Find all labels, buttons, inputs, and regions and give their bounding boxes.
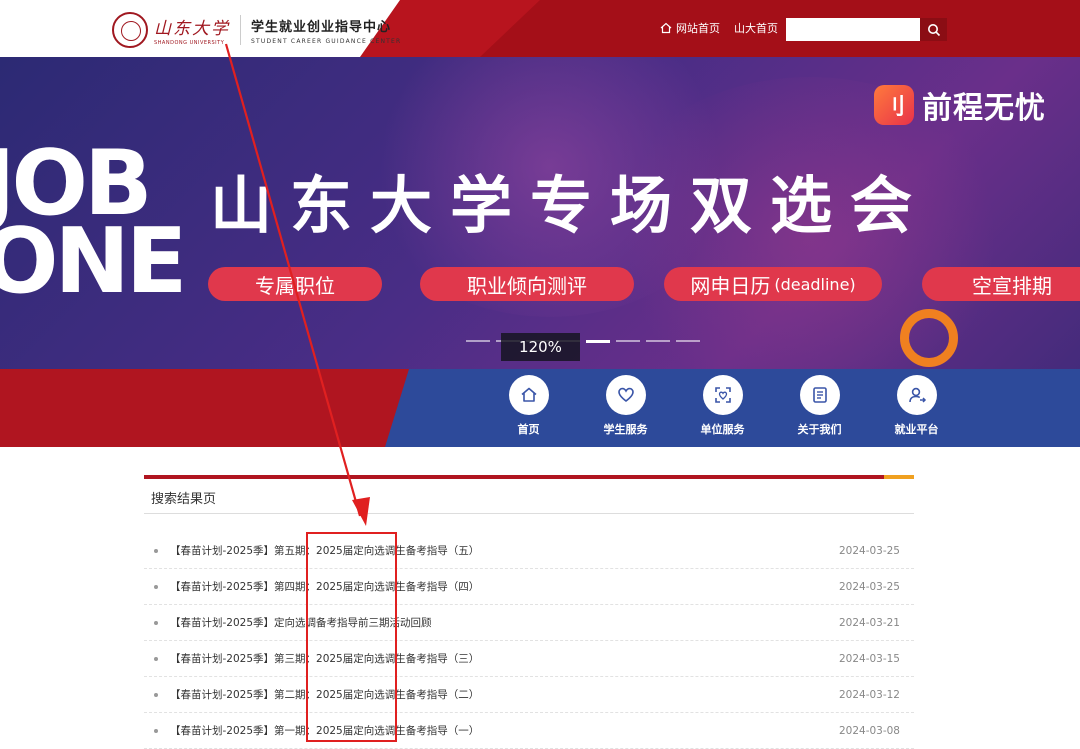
nav-site-home[interactable]: 网站首页 [676, 20, 720, 36]
orange-ring-decoration [900, 309, 958, 367]
result-date: 2024-03-25 [838, 544, 900, 557]
university-seal-icon [112, 12, 148, 48]
list-item[interactable]: 【春苗计划-2025季】第四期：2025届定向选调生备考指导（四） 2024-0… [144, 569, 914, 605]
carousel-dot-active[interactable] [586, 340, 610, 343]
bullet-icon [154, 728, 158, 733]
result-date: 2024-03-12 [838, 688, 900, 701]
heart-icon [617, 387, 634, 403]
search-input[interactable] [786, 18, 920, 41]
home-icon [520, 387, 537, 402]
section-top-bar [144, 475, 914, 479]
pill-label: 网申日历 [690, 273, 771, 298]
search-icon [927, 23, 940, 36]
nav-university-home[interactable]: 山大首页 [734, 20, 778, 36]
banner-pills: 专属职位 职业倾向测评 网申日历 (deadline) 空宣排期 [0, 267, 1080, 303]
annotation-highlight-box [306, 532, 397, 742]
pill-label: 职业倾向测评 [467, 273, 587, 298]
bullet-icon [154, 656, 158, 661]
menu-label: 关于我们 [797, 423, 842, 436]
section-divider [144, 513, 914, 514]
pill-label: 空宣排期 [972, 273, 1052, 298]
carousel-dot[interactable] [646, 340, 670, 342]
pill-application-calendar[interactable]: 网申日历 (deadline) [664, 267, 882, 301]
center-name-en: STUDENT CAREER GUIDANCE CENTER [251, 37, 402, 45]
pill-exclusive-jobs[interactable]: 专属职位 [208, 267, 382, 301]
menu-label: 单位服务 [700, 423, 745, 436]
carousel-dot[interactable] [466, 340, 490, 342]
brand-logo-icon: 刂 [874, 85, 914, 125]
top-nav: 网站首页 山大首页 [660, 20, 792, 36]
main-menu: 首页 学生服务 单位服务 关于我们 就业平台 [480, 375, 965, 437]
menu-icon-circle [799, 375, 840, 415]
brand-51job: 刂 前程无忧 [874, 83, 1046, 127]
menu-label: 首页 [517, 423, 540, 436]
site-header: 山东大学 SHANDONG UNIVERSITY 学生就业创业指导中心 STUD… [0, 0, 1080, 57]
menu-icon-circle [605, 375, 646, 415]
list-item[interactable]: 【春苗计划-2025季】第三期：2025届定向选调生备考指导（三） 2024-0… [144, 641, 914, 677]
bullet-icon [154, 620, 158, 625]
carousel-dot[interactable] [676, 340, 700, 342]
university-name-cn: 山东大学 [154, 19, 230, 39]
result-date: 2024-03-21 [838, 616, 900, 629]
search-button[interactable] [920, 18, 947, 41]
result-date: 2024-03-25 [838, 580, 900, 593]
university-name-en: SHANDONG UNIVERSITY [154, 40, 225, 46]
menu-icon-circle [508, 375, 549, 415]
center-name-cn: 学生就业创业指导中心 [251, 19, 392, 35]
user-add-icon [908, 387, 926, 403]
section-top-bar-accent [884, 475, 914, 479]
pill-label: 专属职位 [255, 273, 335, 298]
pill-suffix: (deadline) [774, 274, 856, 294]
results-list: 【春苗计划-2025季】第五期：2025届定向选调生备考指导（五） 2024-0… [144, 533, 914, 749]
document-icon [812, 387, 827, 403]
menu-item-student-services[interactable]: 学生服务 [577, 375, 674, 437]
brand-name: 前程无忧 [922, 91, 1046, 126]
menu-item-employer-services[interactable]: 单位服务 [674, 375, 771, 437]
result-date: 2024-03-15 [838, 652, 900, 665]
list-item[interactable]: 【春苗计划-2025季】第二期：2025届定向选调生备考指导（二） 2024-0… [144, 677, 914, 713]
scan-heart-icon [714, 387, 731, 403]
list-item[interactable]: 【春苗计划-2025季】定向选调备考指导前三期活动回顾 2024-03-21 [144, 605, 914, 641]
home-icon [660, 22, 672, 34]
list-item[interactable]: 【春苗计划-2025季】第一期：2025届定向选调生备考指导（一） 2024-0… [144, 713, 914, 749]
logo-divider [240, 15, 241, 45]
pill-presentation-schedule[interactable]: 空宣排期 [922, 267, 1080, 301]
menu-item-about-us[interactable]: 关于我们 [771, 375, 868, 437]
section-title: 搜索结果页 [151, 492, 217, 507]
pill-career-test[interactable]: 职业倾向测评 [420, 267, 634, 301]
menu-item-home[interactable]: 首页 [480, 375, 577, 437]
bullet-icon [154, 584, 158, 589]
list-item[interactable]: 【春苗计划-2025季】第五期：2025届定向选调生备考指导（五） 2024-0… [144, 533, 914, 569]
site-logo[interactable]: 山东大学 SHANDONG UNIVERSITY 学生就业创业指导中心 STUD… [112, 12, 401, 48]
menu-item-employment-platform[interactable]: 就业平台 [868, 375, 965, 437]
menu-icon-circle [702, 375, 743, 415]
carousel-dot[interactable] [616, 340, 640, 342]
menu-label: 就业平台 [894, 423, 939, 436]
banner-headline: 山东大学专场双选会 [210, 169, 931, 242]
bullet-icon [154, 548, 158, 553]
hero-banner[interactable]: JOB ONE 刂 前程无忧 山东大学专场双选会 专属职位 职业倾向测评 网申日… [0, 57, 1080, 447]
menu-icon-circle [896, 375, 937, 415]
zoom-level-badge: 120% [501, 333, 580, 361]
menu-label: 学生服务 [603, 423, 648, 436]
bullet-icon [154, 692, 158, 697]
